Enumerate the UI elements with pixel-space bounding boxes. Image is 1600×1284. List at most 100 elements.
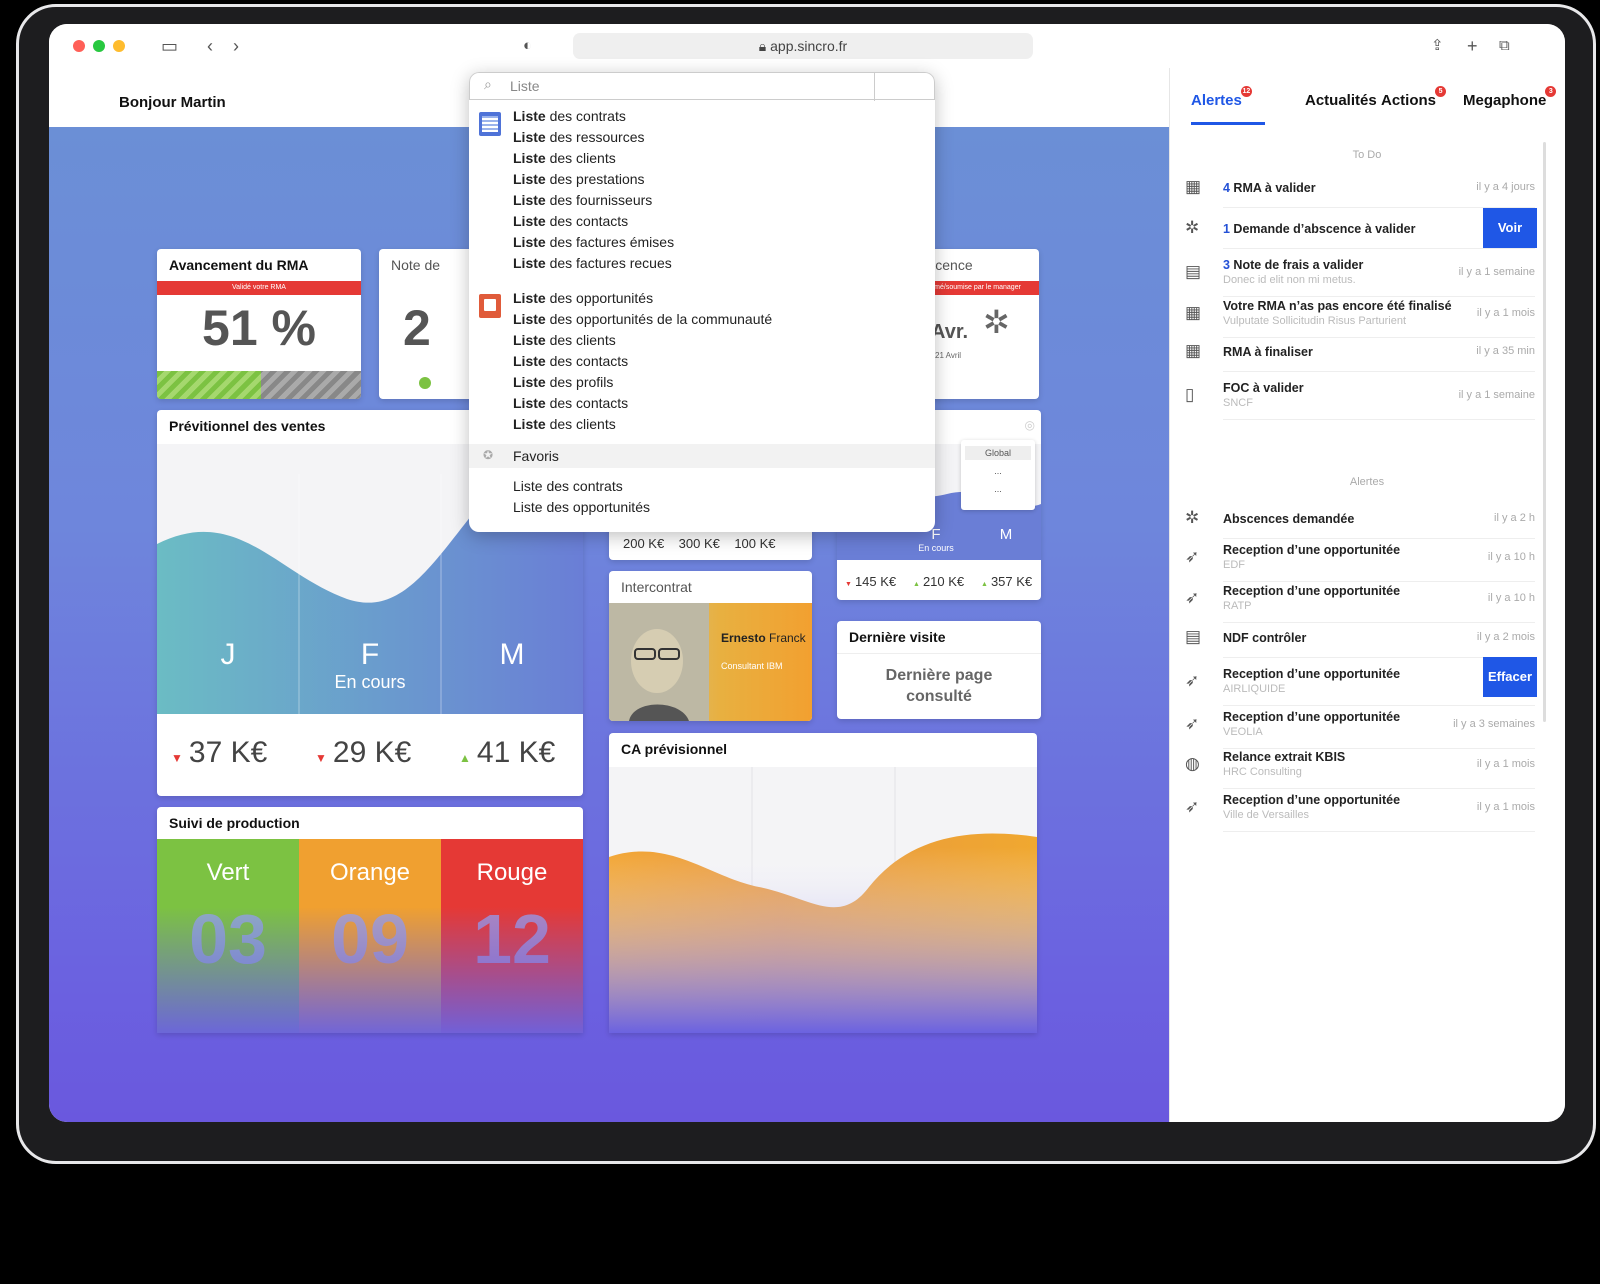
search-result[interactable]: Liste des contrats [513, 108, 626, 124]
notification-time: il y a 1 mois [1476, 758, 1535, 770]
search-result[interactable]: Liste des opportunités de la communauté [513, 311, 772, 327]
forward-icon[interactable]: › [233, 34, 239, 58]
kpi-value: ▲ 41 K€ [459, 736, 556, 769]
notification-item[interactable]: ➶ Reception d’une opportunitée VEOLIA il y … [1169, 708, 1549, 749]
search-result[interactable]: Liste des profils [513, 374, 613, 390]
search-result[interactable]: Liste des factures recues [513, 255, 672, 271]
search-result[interactable]: Liste des clients [513, 416, 616, 432]
settings-icon[interactable]: ◎ [1025, 418, 1035, 432]
notification-subtitle: RATP [1223, 600, 1252, 612]
note-value: 2 [403, 300, 431, 356]
production-title: Suivi de production [169, 815, 300, 831]
share-icon[interactable]: ⇪ [1431, 34, 1444, 58]
receipt-icon: ▤ [1185, 627, 1202, 646]
derniere-visite-card[interactable]: Dernière visite Dernière page consulté [837, 621, 1041, 719]
star-icon: ✪ [483, 448, 494, 462]
notification-item[interactable]: ▦ Votre RMA n’as pas encore été finalisé V… [1169, 297, 1549, 338]
status-dot [419, 377, 431, 389]
derniere-title: Dernière visite [849, 629, 946, 645]
alerts-section-label: Alertes [1349, 476, 1385, 488]
notification-time: il y a 2 h [1494, 512, 1535, 524]
close-window-button[interactable] [73, 40, 85, 52]
notification-item[interactable]: ➶ Reception d’une opportunitée RATP il y a … [1169, 582, 1549, 623]
month-column: M [441, 638, 583, 672]
panel-scrollbar[interactable] [1543, 142, 1546, 722]
search-result[interactable]: Liste des factures émises [513, 234, 674, 250]
notification-title: Reception d’une opportunitée [1223, 793, 1401, 807]
consultant-first-name: Ernesto [721, 631, 766, 645]
dropdown-option[interactable]: ... [961, 466, 1035, 476]
notification-title: Abscences demandée [1223, 512, 1355, 526]
search-result[interactable]: Liste des fournisseurs [513, 192, 652, 208]
spreadsheet-icon [479, 112, 501, 136]
notification-item[interactable]: ▦ RMA à finaliser il y a 35 min [1169, 339, 1549, 379]
month-column: M [971, 526, 1041, 543]
month-label: M [999, 526, 1013, 543]
production-card[interactable]: Suivi de production Vert03Orange09Rouge1… [157, 807, 583, 1033]
voir-button[interactable]: Voir [1483, 208, 1537, 248]
search-result[interactable]: Liste des ressources [513, 129, 645, 145]
ca-card[interactable]: CA prévisionnel [609, 733, 1037, 1033]
tab-actualités[interactable]: Actualités [1305, 92, 1377, 109]
favori-item[interactable]: Liste des contrats [513, 478, 623, 494]
search-result[interactable]: Liste des contacts [513, 213, 628, 229]
notification-item[interactable]: ✲ 1 Demande d’abscence à valider Voir [1169, 208, 1549, 256]
notification-time: il y a 2 mois [1476, 631, 1535, 643]
address-bar[interactable]: 🔒︎ app.sincro.fr [573, 33, 1033, 59]
trend-down-icon: ▼ [171, 751, 183, 765]
search-input[interactable] [510, 75, 870, 97]
notification-title: 1 Demande d’abscence à valider [1223, 222, 1416, 236]
note-card-title: Note de [391, 257, 441, 273]
palm-icon: ✲ [983, 304, 1010, 340]
note-card[interactable]: Note de 2 [379, 249, 479, 399]
notification-item[interactable]: ➶ Reception d’une opportunitée AIRLIQUIDE E… [1169, 657, 1549, 706]
rma-value: 51 % [202, 300, 316, 356]
notifications-panel: Alertes 12 Actualités Actions 5 Megaphone 3 To… [1169, 68, 1565, 1122]
dropdown-option[interactable]: ... [961, 484, 1035, 494]
affaire-dropdown[interactable]: Global ... ... [961, 440, 1035, 510]
month-sub: En cours [918, 543, 954, 553]
rocket-icon: ➶ [1185, 671, 1200, 690]
tab-megaphone[interactable]: Megaphone 3 [1463, 86, 1557, 109]
notification-item[interactable]: ▤ 3 Note de frais a valider Donec id elit … [1169, 256, 1549, 297]
dropdown-option-global[interactable]: Global [965, 446, 1031, 460]
shield-icon[interactable]: ◐ [523, 34, 532, 58]
zoom-window-button[interactable] [93, 40, 105, 52]
notification-item[interactable]: ✲ Abscences demandée il y a 2 h [1169, 506, 1549, 546]
month-label: J [220, 638, 236, 671]
notification-item[interactable]: ▯ FOC à valider SNCF il y a 1 semaine [1169, 379, 1549, 420]
search-result[interactable]: Liste des prestations [513, 171, 645, 187]
palm-icon: ✲ [1185, 218, 1200, 237]
notification-subtitle: SNCF [1223, 397, 1253, 409]
sidebar-icon[interactable]: ▭ [161, 34, 178, 58]
tab-badge: 3 [1545, 86, 1557, 97]
search-result[interactable]: Liste des clients [513, 150, 616, 166]
browser-toolbar: ▭ ‹ › ◐ 🔒︎ app.sincro.fr ⇪ + ⧉ [49, 24, 1565, 68]
greeting: Bonjour Martin [119, 94, 226, 111]
search-result[interactable]: Liste des contacts [513, 353, 628, 369]
tab-actions[interactable]: Actions 5 [1381, 86, 1447, 109]
tabs-overview-icon[interactable]: ⧉ [1499, 34, 1510, 58]
minimize-window-button[interactable] [113, 40, 125, 52]
notification-title: Votre RMA n’as pas encore été finalisé [1223, 299, 1452, 313]
notification-item[interactable]: ➶ Reception d’une opportunitée EDF il y a 1… [1169, 541, 1549, 582]
new-tab-icon[interactable]: + [1467, 34, 1478, 58]
rma-card[interactable]: Avancement du RMA Validé votre RMA 51 % [157, 249, 361, 399]
month-column: F En cours [299, 638, 441, 693]
derniere-page: Dernière page consulté [885, 667, 993, 705]
rocket-icon: ➶ [1185, 588, 1200, 607]
back-icon[interactable]: ‹ [207, 34, 213, 58]
rma-progress-track [157, 371, 361, 399]
search-result[interactable]: Liste des opportunités [513, 290, 653, 306]
notification-item[interactable]: ➶ Reception d’une opportunitée Ville de Ve… [1169, 791, 1549, 832]
notification-item[interactable]: ◍ Relance extrait KBIS HRC Consulting il y … [1169, 748, 1549, 789]
effacer-button[interactable]: Effacer [1483, 657, 1537, 697]
notification-title: Reception d’une opportunitée [1223, 543, 1401, 557]
calendar-icon: ▦ [1185, 177, 1202, 196]
search-result[interactable]: Liste des contacts [513, 395, 628, 411]
search-result[interactable]: Liste des clients [513, 332, 616, 348]
intercontrat-card[interactable]: Intercontrat Ernesto Franck Consultant I… [609, 571, 812, 721]
favori-item[interactable]: Liste des opportunités [513, 499, 650, 515]
tab-alertes[interactable]: Alertes 12 [1191, 86, 1252, 109]
kpi-value: ▼ 29 K€ [315, 736, 412, 769]
